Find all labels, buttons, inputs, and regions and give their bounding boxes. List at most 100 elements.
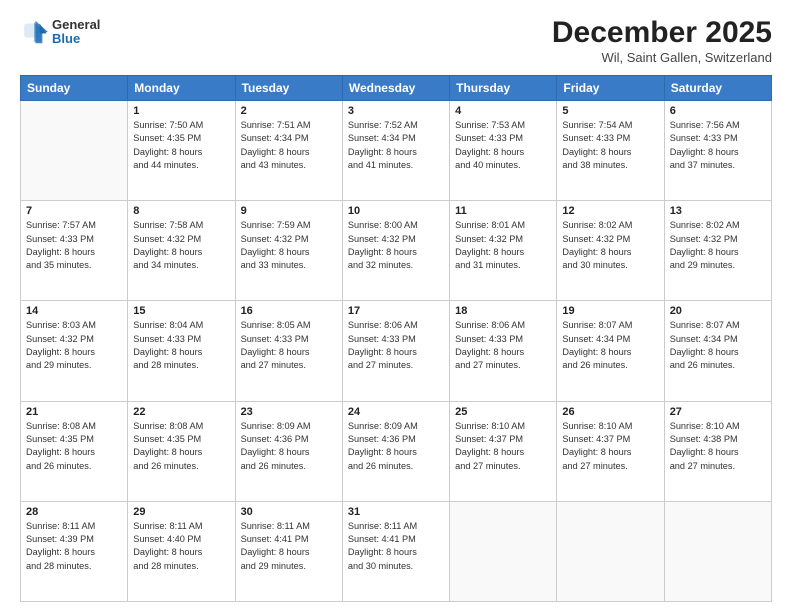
calendar-cell: 30 Sunrise: 8:11 AMSunset: 4:41 PMDayligh… <box>235 501 342 601</box>
day-info: Sunrise: 8:02 AMSunset: 4:32 PMDaylight:… <box>562 219 658 272</box>
day-number: 13 <box>670 205 766 217</box>
day-info: Sunrise: 8:11 AMSunset: 4:40 PMDaylight:… <box>133 520 229 573</box>
day-number: 6 <box>670 105 766 117</box>
calendar-cell: 9Sunrise: 7:59 AMSunset: 4:32 PMDaylight… <box>235 201 342 301</box>
day-info: Sunrise: 8:10 AMSunset: 4:38 PMDaylight:… <box>670 420 766 473</box>
day-info: Sunrise: 7:50 AMSunset: 4:35 PMDaylight:… <box>133 119 229 172</box>
calendar-cell: 16 Sunrise: 8:05 AMSunset: 4:33 PMDayligh… <box>235 301 342 401</box>
calendar-cell: 14 Sunrise: 8:03 AMSunset: 4:32 PMDayligh… <box>21 301 128 401</box>
day-number: 20 <box>670 305 766 317</box>
day-info: Sunrise: 8:00 AMSunset: 4:32 PMDaylight:… <box>348 219 444 272</box>
calendar-cell <box>557 501 664 601</box>
day-info: Sunrise: 8:05 AMSunset: 4:33 PMDaylight:… <box>241 319 337 372</box>
calendar-cell: 31 Sunrise: 8:11 AMSunset: 4:41 PMDayligh… <box>342 501 449 601</box>
day-info: Sunrise: 8:09 AMSunset: 4:36 PMDaylight:… <box>348 420 444 473</box>
day-number: 19 <box>562 305 658 317</box>
logo-general: General <box>52 18 100 32</box>
location: Wil, Saint Gallen, Switzerland <box>552 50 772 65</box>
week-row-5: 28 Sunrise: 8:11 AMSunset: 4:39 PMDayligh… <box>21 501 772 601</box>
day-number: 16 <box>241 305 337 317</box>
page: General Blue December 2025 Wil, Saint Ga… <box>0 0 792 612</box>
day-info: Sunrise: 7:51 AMSunset: 4:34 PMDaylight:… <box>241 119 337 172</box>
calendar-cell: 3Sunrise: 7:52 AMSunset: 4:34 PMDaylight… <box>342 101 449 201</box>
day-number: 28 <box>26 506 122 518</box>
day-info: Sunrise: 8:07 AMSunset: 4:34 PMDaylight:… <box>562 319 658 372</box>
day-info: Sunrise: 7:54 AMSunset: 4:33 PMDaylight:… <box>562 119 658 172</box>
calendar-cell: 17 Sunrise: 8:06 AMSunset: 4:33 PMDayligh… <box>342 301 449 401</box>
day-number: 14 <box>26 305 122 317</box>
day-number: 29 <box>133 506 229 518</box>
day-header-thursday: Thursday <box>450 76 557 101</box>
day-info: Sunrise: 8:07 AMSunset: 4:34 PMDaylight:… <box>670 319 766 372</box>
week-row-3: 14 Sunrise: 8:03 AMSunset: 4:32 PMDayligh… <box>21 301 772 401</box>
calendar-cell: 26Sunrise: 8:10 AMSunset: 4:37 PMDayligh… <box>557 401 664 501</box>
calendar-cell <box>664 501 771 601</box>
calendar-cell: 1Sunrise: 7:50 AMSunset: 4:35 PMDaylight… <box>128 101 235 201</box>
day-info: Sunrise: 8:03 AMSunset: 4:32 PMDaylight:… <box>26 319 122 372</box>
calendar-cell: 29 Sunrise: 8:11 AMSunset: 4:40 PMDayligh… <box>128 501 235 601</box>
day-number: 7 <box>26 205 122 217</box>
day-info: Sunrise: 8:11 AMSunset: 4:39 PMDaylight:… <box>26 520 122 573</box>
calendar-cell: 4 Sunrise: 7:53 AMSunset: 4:33 PMDaylight… <box>450 101 557 201</box>
day-number: 2 <box>241 105 337 117</box>
day-number: 31 <box>348 506 444 518</box>
day-info: Sunrise: 8:08 AMSunset: 4:35 PMDaylight:… <box>133 420 229 473</box>
day-info: Sunrise: 8:09 AMSunset: 4:36 PMDaylight:… <box>241 420 337 473</box>
logo-icon <box>20 18 48 46</box>
day-number: 27 <box>670 406 766 418</box>
calendar-cell <box>21 101 128 201</box>
day-number: 5 <box>562 105 658 117</box>
day-number: 9 <box>241 205 337 217</box>
calendar-cell: 24Sunrise: 8:09 AMSunset: 4:36 PMDayligh… <box>342 401 449 501</box>
day-header-friday: Friday <box>557 76 664 101</box>
day-number: 18 <box>455 305 551 317</box>
title-block: December 2025 Wil, Saint Gallen, Switzer… <box>552 18 772 65</box>
day-info: Sunrise: 8:11 AMSunset: 4:41 PMDaylight:… <box>241 520 337 573</box>
calendar-cell: 5 Sunrise: 7:54 AMSunset: 4:33 PMDaylight… <box>557 101 664 201</box>
day-number: 25 <box>455 406 551 418</box>
day-info: Sunrise: 7:58 AMSunset: 4:32 PMDaylight:… <box>133 219 229 272</box>
calendar-cell: 13 Sunrise: 8:02 AMSunset: 4:32 PMDayligh… <box>664 201 771 301</box>
header: General Blue December 2025 Wil, Saint Ga… <box>20 18 772 65</box>
day-info: Sunrise: 8:06 AMSunset: 4:33 PMDaylight:… <box>348 319 444 372</box>
logo-text: General Blue <box>52 18 100 47</box>
day-info: Sunrise: 7:52 AMSunset: 4:34 PMDaylight:… <box>348 119 444 172</box>
day-info: Sunrise: 8:10 AMSunset: 4:37 PMDaylight:… <box>455 420 551 473</box>
calendar-cell: 19 Sunrise: 8:07 AMSunset: 4:34 PMDayligh… <box>557 301 664 401</box>
day-number: 26 <box>562 406 658 418</box>
day-number: 11 <box>455 205 551 217</box>
day-info: Sunrise: 8:01 AMSunset: 4:32 PMDaylight:… <box>455 219 551 272</box>
day-number: 8 <box>133 205 229 217</box>
day-number: 15 <box>133 305 229 317</box>
calendar-cell: 28 Sunrise: 8:11 AMSunset: 4:39 PMDayligh… <box>21 501 128 601</box>
day-number: 22 <box>133 406 229 418</box>
day-number: 4 <box>455 105 551 117</box>
calendar-cell: 21 Sunrise: 8:08 AMSunset: 4:35 PMDayligh… <box>21 401 128 501</box>
day-info: Sunrise: 8:02 AMSunset: 4:32 PMDaylight:… <box>670 219 766 272</box>
calendar-cell: 8 Sunrise: 7:58 AMSunset: 4:32 PMDaylight… <box>128 201 235 301</box>
calendar-cell: 7 Sunrise: 7:57 AMSunset: 4:33 PMDaylight… <box>21 201 128 301</box>
calendar-cell: 20 Sunrise: 8:07 AMSunset: 4:34 PMDayligh… <box>664 301 771 401</box>
calendar-table: SundayMondayTuesdayWednesdayThursdayFrid… <box>20 75 772 602</box>
day-info: Sunrise: 7:53 AMSunset: 4:33 PMDaylight:… <box>455 119 551 172</box>
day-info: Sunrise: 8:04 AMSunset: 4:33 PMDaylight:… <box>133 319 229 372</box>
calendar-cell: 22 Sunrise: 8:08 AMSunset: 4:35 PMDayligh… <box>128 401 235 501</box>
logo-blue: Blue <box>52 32 100 46</box>
day-number: 21 <box>26 406 122 418</box>
day-header-saturday: Saturday <box>664 76 771 101</box>
calendar-cell: 27 Sunrise: 8:10 AMSunset: 4:38 PMDayligh… <box>664 401 771 501</box>
calendar-cell: 2 Sunrise: 7:51 AMSunset: 4:34 PMDaylight… <box>235 101 342 201</box>
calendar-cell: 23Sunrise: 8:09 AMSunset: 4:36 PMDayligh… <box>235 401 342 501</box>
day-info: Sunrise: 8:11 AMSunset: 4:41 PMDaylight:… <box>348 520 444 573</box>
day-info: Sunrise: 7:57 AMSunset: 4:33 PMDaylight:… <box>26 219 122 272</box>
calendar-cell <box>450 501 557 601</box>
calendar-cell: 6 Sunrise: 7:56 AMSunset: 4:33 PMDaylight… <box>664 101 771 201</box>
day-number: 17 <box>348 305 444 317</box>
day-info: Sunrise: 8:06 AMSunset: 4:33 PMDaylight:… <box>455 319 551 372</box>
day-info: Sunrise: 8:08 AMSunset: 4:35 PMDaylight:… <box>26 420 122 473</box>
week-row-1: 1Sunrise: 7:50 AMSunset: 4:35 PMDaylight… <box>21 101 772 201</box>
day-number: 30 <box>241 506 337 518</box>
day-info: Sunrise: 7:56 AMSunset: 4:33 PMDaylight:… <box>670 119 766 172</box>
day-number: 12 <box>562 205 658 217</box>
day-header-tuesday: Tuesday <box>235 76 342 101</box>
